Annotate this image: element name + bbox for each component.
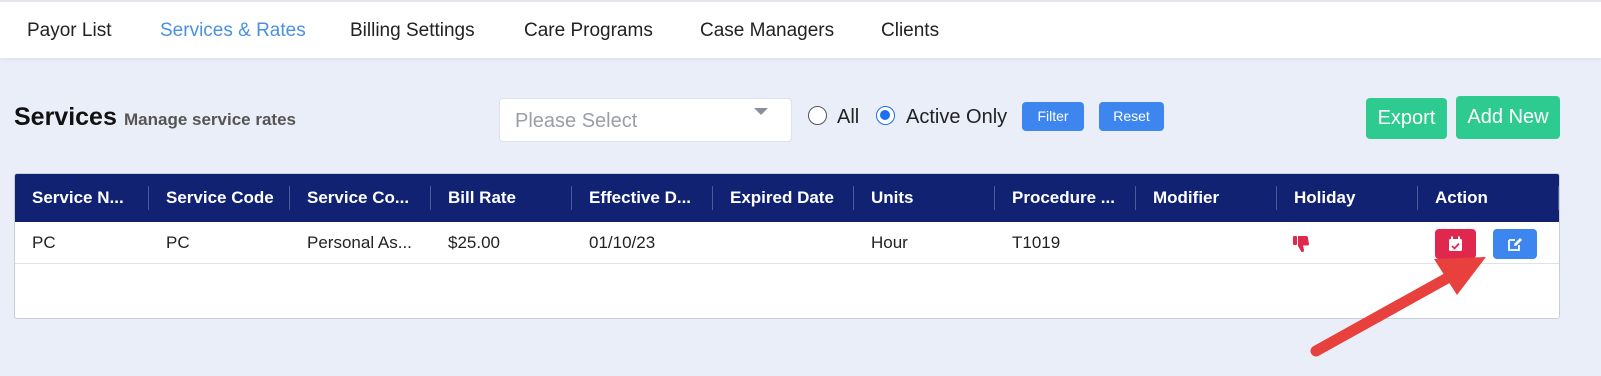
services-table: Service N... Service Code Service Co... …	[14, 173, 1560, 319]
service-select[interactable]: Please Select	[499, 98, 792, 142]
column-divider[interactable]	[994, 186, 995, 210]
radio-all[interactable]	[808, 106, 827, 125]
col-service-name[interactable]: Service N...	[32, 174, 124, 222]
filter-button[interactable]: Filter	[1022, 102, 1084, 131]
column-divider[interactable]	[853, 186, 854, 210]
tab-billing-settings[interactable]: Billing Settings	[350, 20, 475, 42]
cell-service-name: PC	[32, 233, 56, 252]
tab-payor-list[interactable]: Payor List	[27, 20, 111, 42]
reset-button[interactable]: Reset	[1099, 102, 1164, 131]
column-divider[interactable]	[289, 186, 290, 210]
cell-effective-date: 01/10/23	[589, 233, 656, 252]
col-action: Action	[1435, 188, 1488, 207]
cell-service-code: PC	[166, 233, 190, 252]
page-title: Services	[14, 103, 117, 131]
cell-service-category: Personal As...	[307, 233, 412, 252]
column-divider[interactable]	[1276, 186, 1277, 210]
select-placeholder: Please Select	[515, 110, 638, 132]
tab-case-managers[interactable]: Case Managers	[700, 20, 834, 42]
thumbs-down-icon	[1292, 235, 1312, 253]
column-divider[interactable]	[148, 186, 149, 210]
chevron-down-icon	[754, 108, 768, 115]
col-units[interactable]: Units	[871, 174, 914, 222]
col-expired-date[interactable]: Expired Date	[730, 174, 834, 222]
col-procedure[interactable]: Procedure ...	[1012, 174, 1115, 222]
tab-services-rates[interactable]: Services & Rates	[160, 20, 306, 42]
column-divider[interactable]	[712, 186, 713, 210]
column-divider[interactable]	[1135, 186, 1136, 210]
column-divider[interactable]	[430, 186, 431, 210]
col-modifier[interactable]: Modifier	[1153, 174, 1219, 222]
export-button[interactable]: Export	[1366, 98, 1447, 139]
column-divider[interactable]	[1558, 186, 1559, 210]
col-effective-date[interactable]: Effective D...	[589, 174, 691, 222]
table-row[interactable]: PC PC Personal As... $25.00 01/10/23 Hou…	[15, 222, 1559, 264]
schedule-button[interactable]	[1435, 229, 1476, 259]
column-divider[interactable]	[1417, 186, 1418, 210]
calendar-check-icon	[1448, 236, 1463, 257]
table-header: Service N... Service Code Service Co... …	[15, 174, 1559, 222]
col-service-code[interactable]: Service Code	[166, 174, 274, 222]
radio-all-label: All	[837, 106, 860, 128]
col-service-category[interactable]: Service Co...	[307, 174, 409, 222]
tab-clients[interactable]: Clients	[881, 20, 939, 42]
edit-icon	[1507, 236, 1523, 257]
col-bill-rate[interactable]: Bill Rate	[448, 174, 516, 222]
edit-button[interactable]	[1493, 229, 1537, 259]
cell-procedure: T1019	[1012, 233, 1061, 252]
col-holiday[interactable]: Holiday	[1294, 174, 1355, 222]
tab-care-programs[interactable]: Care Programs	[524, 20, 653, 42]
radio-active-only[interactable]	[876, 106, 895, 125]
column-divider[interactable]	[571, 186, 572, 210]
cell-units: Hour	[871, 233, 908, 252]
top-nav: Payor List Services & Rates Billing Sett…	[0, 0, 1601, 58]
radio-active-only-label: Active Only	[906, 106, 1008, 128]
add-new-button[interactable]: Add New	[1456, 96, 1560, 139]
cell-bill-rate: $25.00	[448, 233, 500, 252]
page-subtitle: Manage service rates	[124, 110, 296, 129]
